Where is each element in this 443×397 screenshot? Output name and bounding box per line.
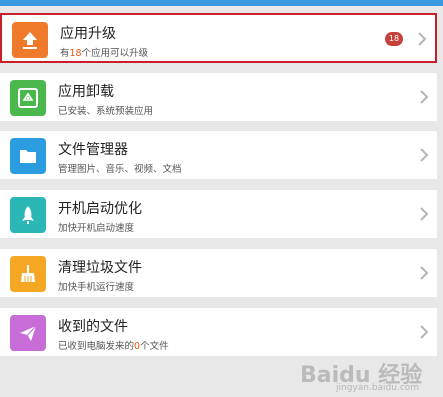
list-item-clean-junk[interactable]: 清理垃圾文件 加快手机运行速度 — [0, 248, 437, 298]
item-subtitle: 加快开机启动速度 — [58, 223, 135, 234]
item-title: 应用升级 — [60, 26, 116, 42]
broom-icon — [10, 256, 46, 292]
item-title: 清理垃圾文件 — [58, 260, 142, 276]
upgrade-count: 18 — [69, 48, 82, 59]
chevron-right-icon — [420, 148, 429, 162]
chevron-right-icon — [418, 32, 427, 46]
item-title: 应用卸载 — [58, 84, 114, 100]
item-subtitle: 加快手机运行速度 — [58, 282, 135, 293]
item-title: 收到的文件 — [58, 319, 128, 335]
baidu-watermark-url: jingyan.baidu.com — [336, 383, 420, 393]
chevron-right-icon — [420, 266, 429, 280]
item-title: 开机启动优化 — [58, 201, 142, 217]
item-subtitle: 有18个应用可以升级 — [60, 48, 149, 59]
chevron-right-icon — [420, 207, 429, 221]
list-item-boot-optimize[interactable]: 开机启动优化 加快开机启动速度 — [0, 189, 437, 239]
chevron-right-icon — [420, 90, 429, 104]
chevron-right-icon — [420, 325, 429, 339]
list-item-app-uninstall[interactable]: 应用卸载 已安装、系统预装应用 — [0, 72, 437, 122]
rocket-icon — [10, 197, 46, 233]
list-item-app-upgrade[interactable]: 应用升级 有18个应用可以升级 18 — [0, 13, 437, 63]
item-subtitle: 已收到电脑发来的0个文件 — [58, 341, 169, 352]
item-subtitle: 管理图片、音乐、视频、文档 — [58, 164, 182, 175]
list-item-file-manager[interactable]: 文件管理器 管理图片、音乐、视频、文档 — [0, 130, 437, 180]
top-status-bar — [0, 0, 443, 6]
status-badge: 18 — [385, 32, 403, 46]
paper-plane-icon — [10, 315, 46, 351]
folder-icon — [10, 138, 46, 174]
upload-arrow-icon — [12, 22, 48, 58]
item-title: 文件管理器 — [58, 142, 128, 158]
item-subtitle: 已安装、系统预装应用 — [58, 106, 154, 117]
recycle-icon — [10, 80, 46, 116]
list-item-received-files[interactable]: 收到的文件 已收到电脑发来的0个文件 — [0, 307, 437, 357]
